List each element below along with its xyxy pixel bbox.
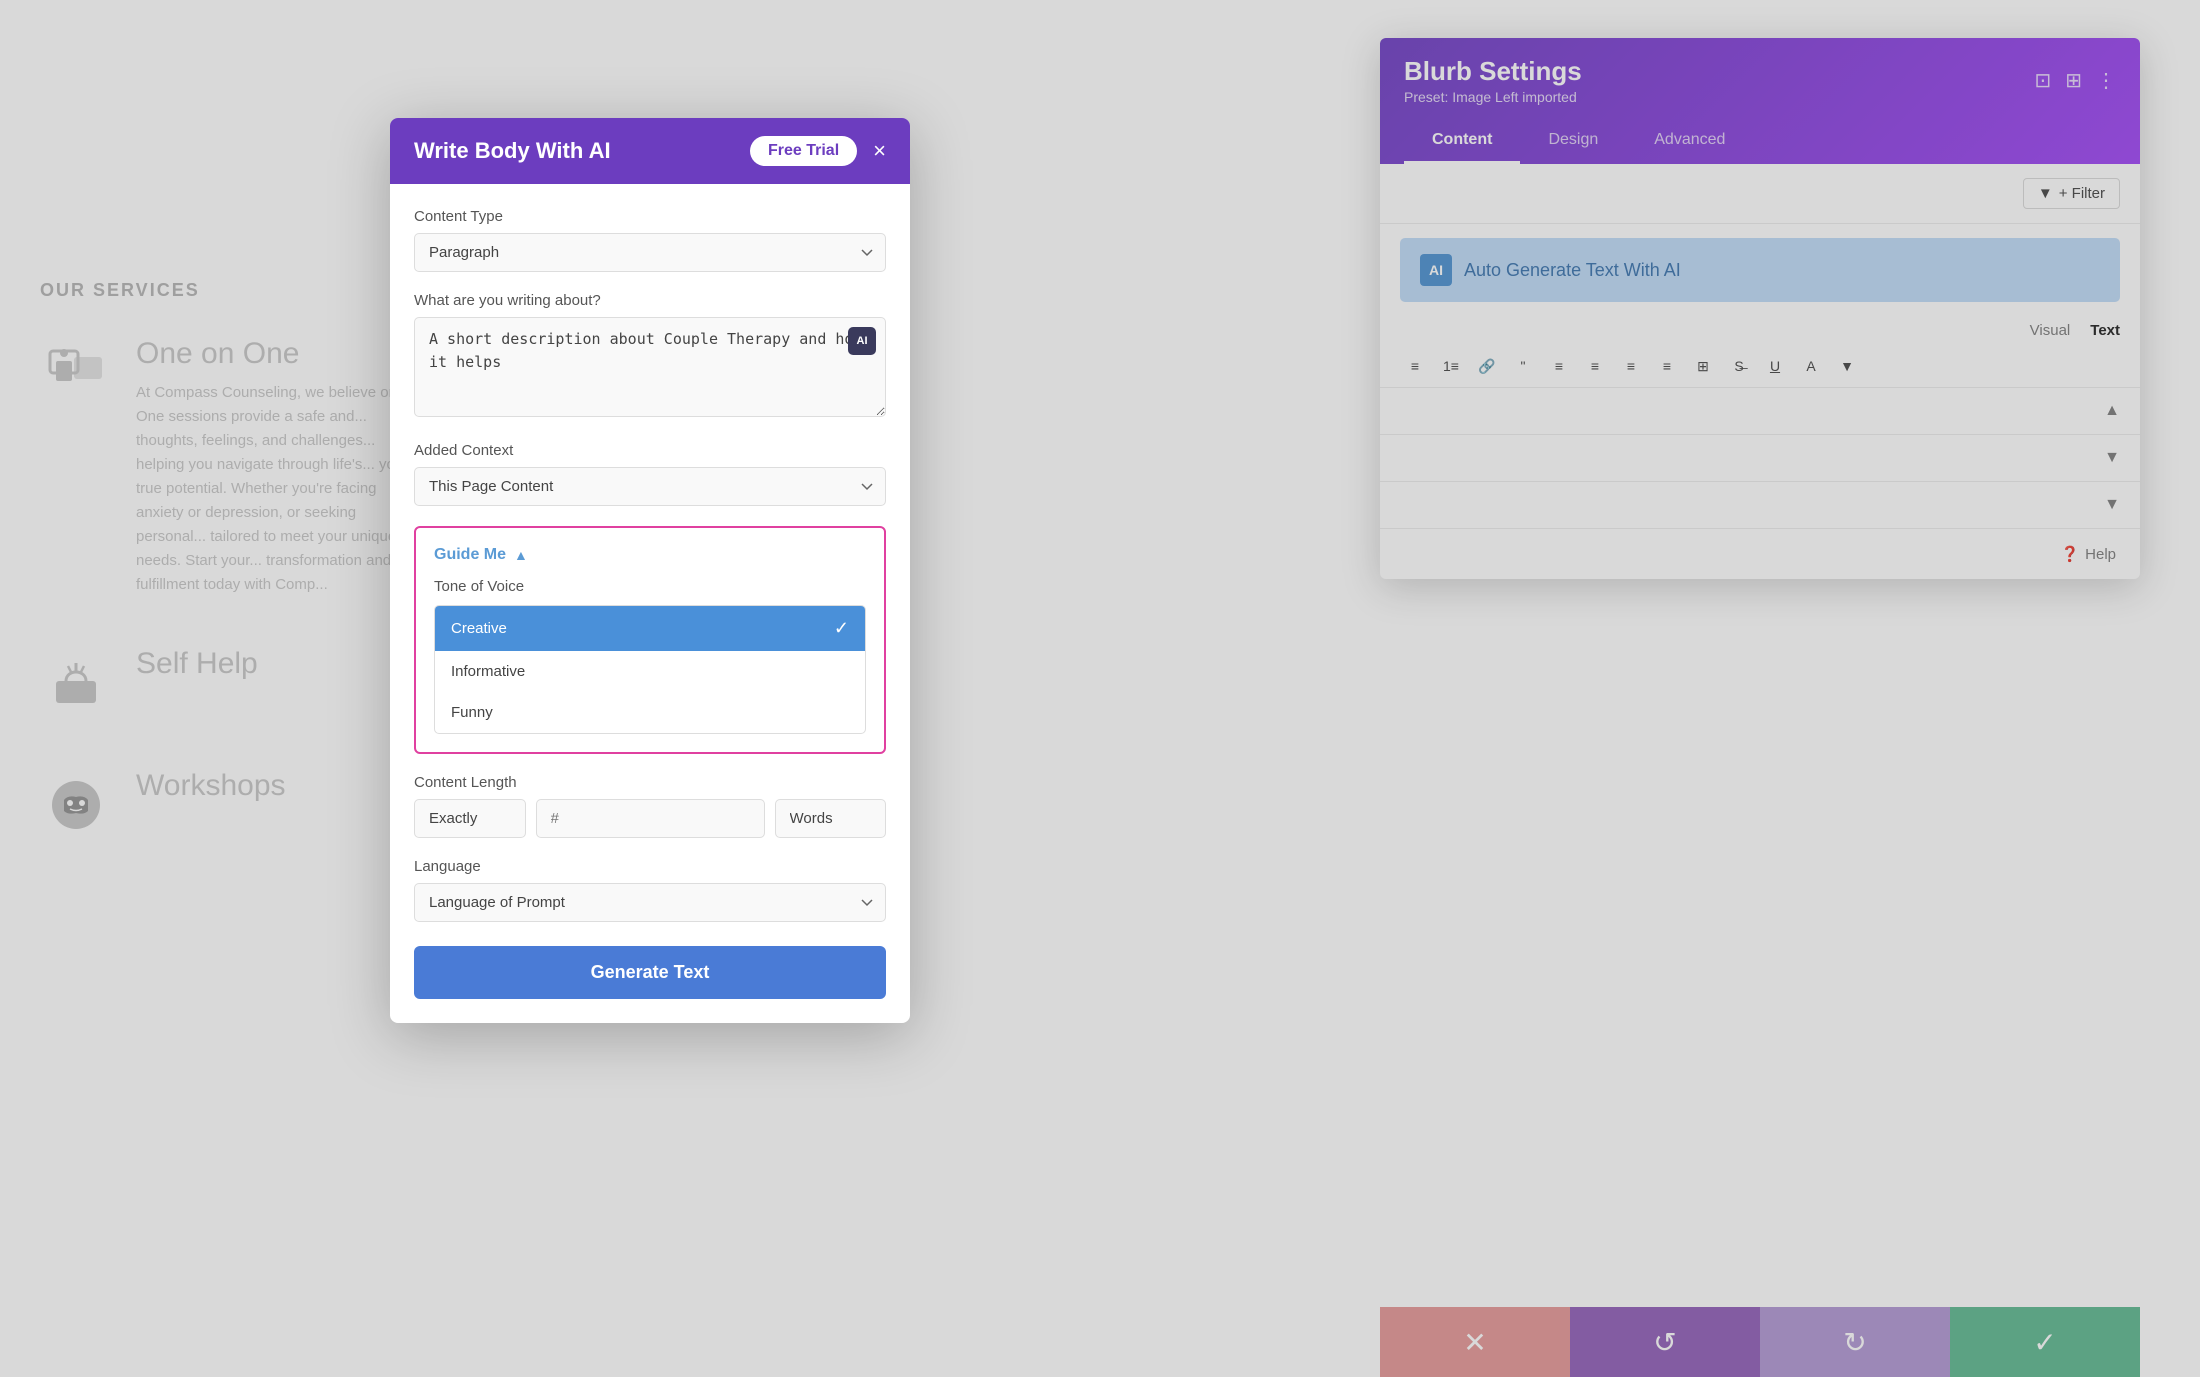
tone-of-voice-label: Tone of Voice xyxy=(434,578,866,595)
tone-informative-label: Informative xyxy=(451,663,525,680)
content-type-group: Content Type Paragraph xyxy=(414,208,886,272)
textarea-ai-icon: AI xyxy=(848,327,876,355)
added-context-group: Added Context This Page Content xyxy=(414,442,886,506)
writing-about-wrapper: AI xyxy=(414,317,886,422)
content-length-row: Exactly Words xyxy=(414,799,886,838)
content-type-label: Content Type xyxy=(414,208,886,225)
guide-me-arrow-icon: ▲ xyxy=(514,547,528,563)
free-trial-badge[interactable]: Free Trial xyxy=(750,136,857,166)
writing-about-textarea[interactable] xyxy=(414,317,886,417)
write-body-ai-modal: Write Body With AI Free Trial × Content … xyxy=(390,118,910,1023)
content-length-label: Content Length xyxy=(414,774,886,791)
guide-me-section: Guide Me ▲ Tone of Voice Creative ✓ Info… xyxy=(414,526,886,754)
writing-about-label: What are you writing about? xyxy=(414,292,886,309)
content-length-number-input[interactable] xyxy=(536,799,765,838)
modal-header-right: Free Trial × xyxy=(750,136,886,166)
content-length-group: Content Length Exactly Words xyxy=(414,774,886,838)
tone-option-creative[interactable]: Creative ✓ xyxy=(435,606,865,651)
modal-title: Write Body With AI xyxy=(414,138,611,164)
tone-creative-label: Creative xyxy=(451,620,507,637)
content-type-select[interactable]: Paragraph xyxy=(414,233,886,272)
added-context-label: Added Context xyxy=(414,442,886,459)
modal-header: Write Body With AI Free Trial × xyxy=(390,118,910,184)
language-group: Language Language of Prompt xyxy=(414,858,886,922)
guide-me-header: Guide Me ▲ xyxy=(434,546,866,564)
modal-overlay xyxy=(0,0,2200,1377)
content-length-type-select[interactable]: Exactly xyxy=(414,799,526,838)
tone-option-informative[interactable]: Informative xyxy=(435,651,865,692)
modal-body: Content Type Paragraph What are you writ… xyxy=(390,184,910,1023)
guide-me-label[interactable]: Guide Me xyxy=(434,546,506,564)
tone-funny-label: Funny xyxy=(451,704,493,721)
added-context-select[interactable]: This Page Content xyxy=(414,467,886,506)
content-length-unit-select[interactable]: Words xyxy=(775,799,887,838)
tone-dropdown: Creative ✓ Informative Funny xyxy=(434,605,866,734)
language-select[interactable]: Language of Prompt xyxy=(414,883,886,922)
language-label: Language xyxy=(414,858,886,875)
generate-text-button[interactable]: Generate Text xyxy=(414,946,886,999)
checkmark-icon: ✓ xyxy=(834,618,849,639)
modal-close-btn[interactable]: × xyxy=(873,138,886,164)
tone-option-funny[interactable]: Funny xyxy=(435,692,865,733)
writing-about-group: What are you writing about? AI xyxy=(414,292,886,422)
